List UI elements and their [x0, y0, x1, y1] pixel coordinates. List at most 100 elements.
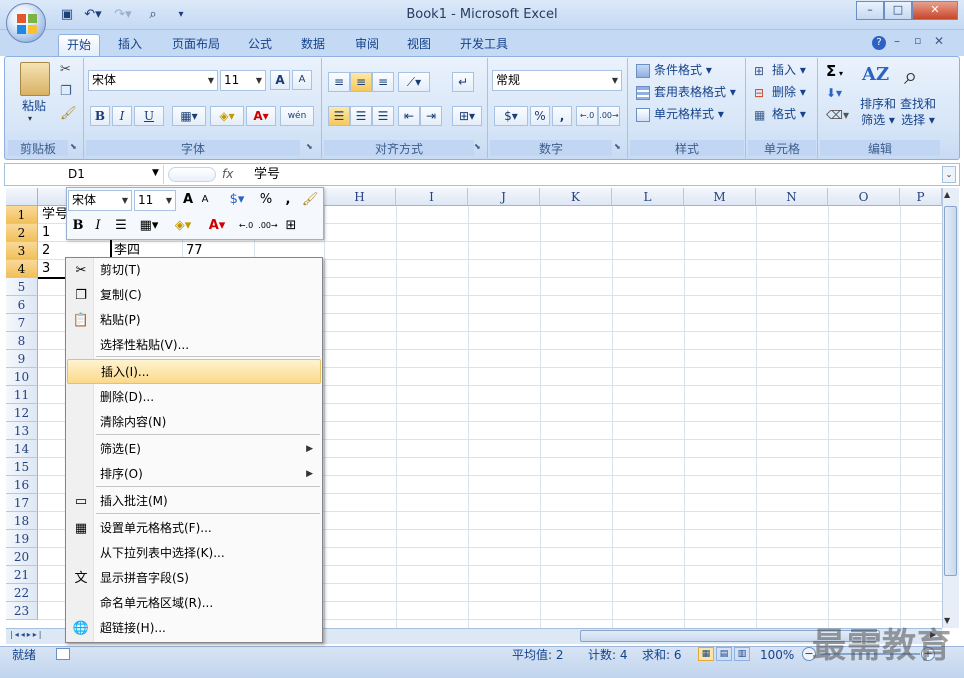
context-menu-item[interactable]: 命名单元格区域(R)...	[67, 591, 321, 616]
number-format-combo[interactable]: 常规 ▼	[492, 70, 622, 91]
cell-a2[interactable]: 1	[42, 224, 50, 242]
row-header[interactable]: 23	[6, 602, 38, 620]
format-painter-icon[interactable]: 🖌	[60, 106, 77, 121]
delete-cells-button[interactable]: 删除 ▾	[772, 82, 806, 102]
row-header[interactable]: 18	[6, 512, 38, 530]
context-menu-item[interactable]: 排序(O) ▶	[67, 462, 321, 487]
row-header[interactable]: 16	[6, 476, 38, 494]
ribbon-minimize-icon[interactable]: –	[894, 34, 900, 48]
column-header[interactable]: I	[396, 188, 468, 206]
conditional-format-button[interactable]: 条件格式 ▾	[654, 60, 712, 80]
context-menu-item[interactable]: 清除内容(N)	[67, 410, 321, 435]
underline-button[interactable]: U	[134, 106, 164, 126]
accounting-format-icon[interactable]: $▾	[494, 106, 528, 126]
row-header[interactable]: 6	[6, 296, 38, 314]
context-menu-item[interactable]: ▦ 设置单元格格式(F)...	[67, 516, 321, 541]
column-header[interactable]: K	[540, 188, 612, 206]
context-menu-item[interactable]: 从下拉列表中选择(K)...	[67, 541, 321, 566]
shrink-font-button[interactable]: A	[292, 70, 312, 90]
italic-button[interactable]: I	[112, 106, 132, 126]
context-menu-item[interactable]: 选择性粘贴(V)...	[67, 333, 321, 358]
grow-font-button[interactable]: A	[270, 70, 290, 90]
wrap-text-icon[interactable]: ↵	[452, 72, 474, 92]
row-header[interactable]: 8	[6, 332, 38, 350]
bold-button[interactable]: B	[90, 106, 110, 126]
context-menu-item[interactable]: 📋 粘贴(P)	[67, 308, 321, 333]
column-header[interactable]: L	[612, 188, 684, 206]
clipboard-launcher-icon[interactable]: ⬊	[70, 142, 77, 151]
tab-developer[interactable]: 开发工具	[452, 34, 516, 56]
row-header[interactable]: 1	[6, 206, 38, 224]
context-menu-item[interactable]: 文显示拼音字段(S)	[67, 566, 321, 591]
paste-icon[interactable]	[20, 62, 50, 96]
mini-center-icon[interactable]: ☰	[112, 216, 130, 236]
row-header[interactable]: 19	[6, 530, 38, 548]
mini-bold-button[interactable]: B	[70, 216, 86, 236]
mini-comma-button[interactable]: ,	[280, 190, 296, 210]
column-header[interactable]: O	[828, 188, 900, 206]
row-header[interactable]: 21	[6, 566, 38, 584]
align-middle-icon[interactable]: ≡	[350, 72, 372, 92]
zoom-level[interactable]: 100%	[760, 648, 794, 662]
mini-fill-color-icon[interactable]: ◈▾	[168, 216, 198, 236]
ribbon-close-icon[interactable]: ✕	[934, 34, 944, 48]
formula-input[interactable]: 学号	[254, 165, 280, 184]
context-menu-item[interactable]: 删除(D)...	[67, 385, 321, 410]
expand-formula-bar-icon[interactable]: ⌄	[942, 166, 956, 183]
cell-a1[interactable]: 学号	[42, 206, 68, 224]
align-top-icon[interactable]: ≡	[328, 72, 350, 92]
borders-icon[interactable]: ▦▾	[172, 106, 206, 126]
cell-styles-button[interactable]: 单元格样式 ▾	[654, 104, 724, 124]
decrease-decimal-icon[interactable]: .00→	[598, 106, 620, 126]
row-header[interactable]: 11	[6, 386, 38, 404]
sheet-nav-icons[interactable]: |◂◂▸▸|	[10, 630, 43, 639]
alignment-launcher-icon[interactable]: ⬊	[474, 142, 481, 151]
page-break-view-icon[interactable]: ▥	[734, 647, 750, 661]
row-header[interactable]: 4	[6, 260, 38, 278]
normal-view-icon[interactable]: ▦	[698, 647, 714, 661]
copy-icon[interactable]: ❐	[60, 84, 72, 99]
mini-shrink-font-icon[interactable]: A	[198, 190, 212, 210]
mini-font-combo[interactable]: 宋体 ▼	[68, 190, 132, 211]
row-header[interactable]: 7	[6, 314, 38, 332]
column-header[interactable]: J	[468, 188, 540, 206]
fill-icon[interactable]: ⬇▾	[826, 86, 842, 100]
row-header[interactable]: 22	[6, 584, 38, 602]
mini-borders-icon[interactable]: ▦▾	[134, 216, 164, 236]
close-button[interactable]: ✕	[912, 1, 958, 20]
row-header[interactable]: 13	[6, 422, 38, 440]
cell-a3[interactable]: 2	[42, 242, 50, 260]
row-header[interactable]: 9	[6, 350, 38, 368]
column-header[interactable]: H	[324, 188, 396, 206]
insert-function-button[interactable]: fx	[222, 165, 242, 184]
mini-decrease-decimal-icon[interactable]: .00→	[258, 216, 278, 236]
mini-font-color-icon[interactable]: A▾	[202, 216, 232, 236]
percent-button[interactable]: %	[530, 106, 550, 126]
font-name-combo[interactable]: 宋体 ▼	[88, 70, 218, 91]
row-header[interactable]: 3	[6, 242, 38, 260]
row-header[interactable]: 2	[6, 224, 38, 242]
align-center-icon[interactable]: ☰	[350, 106, 372, 126]
context-menu-item[interactable]: ▭ 插入批注(M)	[67, 489, 321, 514]
font-launcher-icon[interactable]: ⬊	[306, 142, 313, 151]
mini-italic-button[interactable]: I	[90, 216, 106, 236]
context-menu-item[interactable]: ❐ 复制(C)	[67, 283, 321, 308]
insert-cells-button[interactable]: 插入 ▾	[772, 60, 806, 80]
cut-icon[interactable]: ✂	[60, 62, 71, 77]
formula-bar-splitter[interactable]	[168, 167, 216, 182]
mini-format-painter-icon[interactable]: 🖌	[300, 190, 320, 210]
font-size-combo[interactable]: 11 ▼	[220, 70, 266, 91]
help-icon[interactable]: ?	[872, 36, 886, 50]
decrease-indent-icon[interactable]: ⇤	[398, 106, 420, 126]
context-menu-item[interactable]: 筛选(E) ▶	[67, 437, 321, 462]
row-header[interactable]: 14	[6, 440, 38, 458]
increase-indent-icon[interactable]: ⇥	[420, 106, 442, 126]
name-box[interactable]: D1	[6, 165, 164, 184]
autosum-button[interactable]: Σ ▾	[826, 62, 843, 80]
scroll-up-icon[interactable]: ▲	[944, 190, 950, 199]
context-menu-item[interactable]: 插入(I)...	[67, 359, 321, 384]
office-button[interactable]	[6, 3, 46, 43]
format-table-button[interactable]: 套用表格格式 ▾	[654, 82, 736, 102]
vertical-scroll-thumb[interactable]	[944, 206, 957, 576]
mini-merge-icon[interactable]: ⊞	[282, 216, 300, 236]
